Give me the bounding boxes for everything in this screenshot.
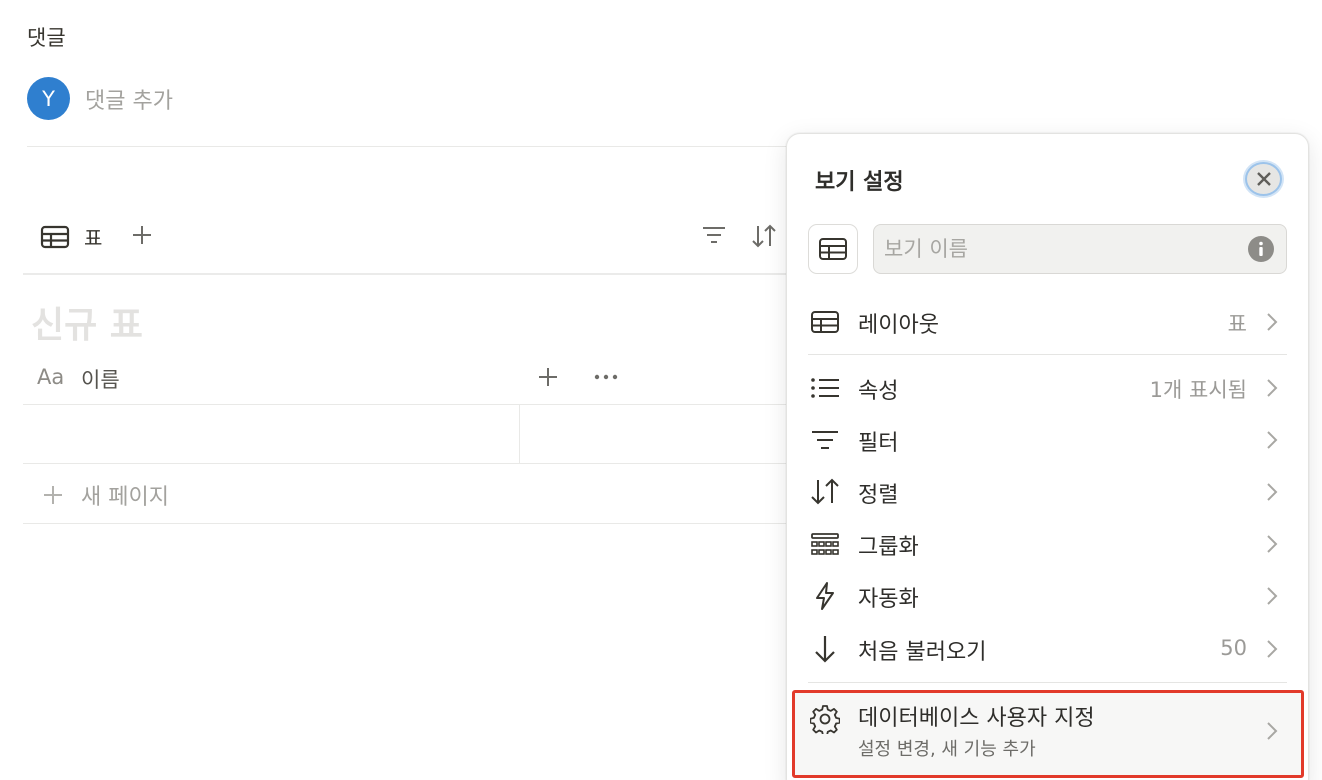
menu-item-automation[interactable]: 자동화 [858, 581, 919, 613]
menu-item-sort[interactable]: 정렬 [858, 477, 898, 509]
chevron-right-icon [1265, 481, 1279, 503]
chevron-right-icon [1265, 533, 1279, 555]
view-icon-button[interactable] [808, 224, 858, 274]
close-icon [1255, 170, 1273, 188]
chevron-right-icon [1265, 429, 1279, 451]
table-icon [810, 310, 840, 334]
view-name-input[interactable] [873, 224, 1287, 274]
plus-icon [42, 484, 64, 506]
menu-item-load-limit[interactable]: 처음 불러오기 [858, 634, 986, 666]
chevron-right-icon [1265, 585, 1279, 607]
chevron-right-icon [1265, 638, 1279, 660]
gear-icon [810, 704, 840, 734]
avatar: Y [27, 77, 70, 120]
divider [808, 682, 1287, 683]
new-page-button[interactable]: 새 페이지 [81, 479, 169, 511]
arrow-down-icon [810, 634, 840, 664]
sort-icon [810, 478, 840, 506]
divider [23, 463, 793, 464]
divider [808, 354, 1287, 355]
chevron-right-icon [1265, 720, 1279, 742]
tab-table-view[interactable]: 표 [40, 222, 102, 251]
chevron-right-icon [1265, 311, 1279, 333]
divider [27, 146, 787, 147]
divider [23, 523, 793, 524]
add-property-plus-icon[interactable] [537, 366, 559, 388]
comments-heading: 댓글 [27, 26, 66, 50]
lightning-icon [810, 581, 840, 611]
layout-value: 표 [1227, 312, 1247, 336]
menu-item-layout[interactable]: 레이아웃 [858, 307, 939, 339]
table-icon [818, 237, 848, 261]
filter-icon[interactable] [702, 225, 726, 247]
more-icon[interactable] [594, 373, 618, 381]
panel-title: 보기 설정 [815, 170, 904, 195]
menu-item-properties[interactable]: 속성 [858, 373, 898, 405]
table-title[interactable]: 신규 표 [31, 296, 143, 348]
add-comment-input[interactable]: 댓글 추가 [85, 83, 173, 115]
tab-label: 표 [84, 226, 103, 250]
table-icon [40, 225, 70, 249]
customize-database-label: 데이터베이스 사용자 지정 [858, 706, 1095, 731]
group-icon [810, 532, 840, 556]
list-icon [810, 376, 840, 400]
load-limit-value: 50 [1220, 636, 1247, 660]
divider [23, 404, 793, 405]
add-view-plus-icon[interactable] [130, 223, 154, 247]
close-button[interactable] [1245, 162, 1282, 196]
chevron-right-icon [1265, 377, 1279, 399]
info-icon[interactable] [1248, 236, 1274, 262]
filter-icon [810, 429, 840, 451]
text-property-icon: Aa [37, 365, 65, 389]
menu-item-group[interactable]: 그룹화 [858, 529, 919, 561]
divider [23, 273, 793, 275]
column-header-name[interactable]: 이름 [81, 364, 120, 394]
properties-value: 1개 표시됨 [1149, 378, 1247, 402]
menu-item-filter[interactable]: 필터 [858, 425, 898, 457]
customize-database-sublabel: 설정 변경, 새 기능 추가 [858, 739, 1036, 760]
sort-icon[interactable] [751, 223, 777, 249]
cell-divider [519, 405, 520, 463]
